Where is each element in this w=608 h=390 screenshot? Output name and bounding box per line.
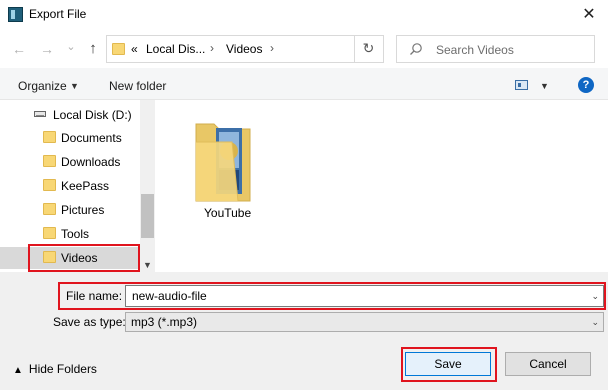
sidebar-item-downloads[interactable]: Downloads: [0, 151, 140, 173]
navigation-pane: Local Disk (D:) Documents Downloads KeeP…: [0, 100, 155, 272]
scroll-down-icon[interactable]: ▼: [140, 258, 155, 272]
command-bar: Organize ▼ New folder ▼ ?: [0, 68, 608, 100]
chevron-down-icon[interactable]: ⌄: [591, 317, 599, 328]
search-placeholder: Search Videos: [436, 43, 514, 57]
save-panel: File name: new-audio-file ⌄ Save as type…: [0, 272, 608, 390]
back-button[interactable]: ←: [10, 40, 28, 58]
file-name-value: new-audio-file: [132, 289, 207, 303]
hide-folders-label: Hide Folders: [28, 362, 97, 376]
sidebar-item-label: Tools: [61, 227, 90, 241]
sidebar-item-label: KeePass: [61, 179, 110, 193]
folder-icon: [43, 251, 56, 263]
file-list: YouTube: [155, 100, 608, 272]
folder-with-video-icon: [195, 123, 251, 202]
navigation-bar: ← → ⌄ ↑ « Local Dis... › Videos › ⌄ ↻ Se…: [0, 30, 608, 68]
breadcrumb-videos[interactable]: Videos: [226, 42, 262, 56]
folder-icon: [43, 131, 56, 143]
breadcrumb-overflow[interactable]: «: [131, 42, 138, 56]
recent-locations-button[interactable]: ⌄: [62, 38, 80, 56]
cancel-button[interactable]: Cancel: [505, 352, 591, 376]
breadcrumb-local-disk[interactable]: Local Dis...: [146, 42, 205, 56]
sidebar-item-pictures[interactable]: Pictures: [0, 199, 140, 221]
breadcrumb-separator[interactable]: ›: [270, 41, 274, 55]
view-options-icon[interactable]: [515, 80, 528, 90]
sidebar-item-documents[interactable]: Documents: [0, 127, 140, 149]
refresh-button[interactable]: ↻: [354, 35, 382, 63]
sidebar-item-label: Downloads: [61, 155, 121, 169]
drive-icon: [34, 111, 46, 117]
title-bar: Export File ✕: [0, 0, 608, 30]
sidebar-item-keepass[interactable]: KeePass: [0, 175, 140, 197]
view-dropdown-icon[interactable]: ▼: [540, 81, 549, 91]
up-button[interactable]: ↑: [84, 40, 102, 58]
chevron-up-icon: ▲: [13, 365, 23, 376]
breadcrumb-separator[interactable]: ›: [210, 41, 214, 55]
folder-item-youtube[interactable]: [192, 118, 252, 203]
save-as-type-select[interactable]: mp3 (*.mp3) ⌄: [125, 312, 604, 332]
file-name-label: File name:: [66, 289, 123, 303]
close-button[interactable]: ✕: [570, 0, 608, 30]
folder-icon: [43, 179, 56, 191]
folder-icon: [112, 43, 125, 55]
save-button[interactable]: Save: [405, 352, 491, 376]
search-box[interactable]: Search Videos: [396, 35, 595, 63]
organize-dropdown-icon[interactable]: ▼: [70, 81, 79, 91]
sidebar-item-label: Documents: [61, 131, 122, 145]
help-icon[interactable]: ?: [578, 77, 594, 93]
address-bar[interactable]: « Local Dis... › Videos › ⌄: [106, 35, 439, 63]
sidebar-item-label: Pictures: [61, 203, 105, 217]
forward-button[interactable]: →: [38, 40, 56, 58]
folder-icon: [43, 227, 56, 239]
file-name-field[interactable]: new-audio-file ⌄: [125, 285, 604, 307]
app-icon: [8, 7, 23, 22]
sidebar-scrollbar[interactable]: [140, 100, 155, 272]
new-folder-button[interactable]: New folder: [109, 79, 166, 93]
organize-button[interactable]: Organize: [18, 79, 67, 93]
sidebar-item-videos[interactable]: Videos: [0, 247, 140, 269]
save-as-type-value: mp3 (*.mp3): [131, 315, 198, 329]
sidebar-item-label: Local Disk (D:): [53, 108, 132, 122]
sidebar-item-label: Videos: [61, 251, 98, 265]
sidebar-item-local-disk[interactable]: Local Disk (D:): [0, 104, 140, 126]
save-as-type-label: Save as type:: [53, 315, 126, 329]
window-title: Export File: [29, 7, 87, 21]
chevron-down-icon[interactable]: ⌄: [591, 291, 599, 302]
sidebar-item-tools[interactable]: Tools: [0, 223, 140, 245]
folder-icon: [43, 203, 56, 215]
search-icon: [410, 43, 422, 55]
folder-item-label[interactable]: YouTube: [204, 206, 251, 220]
hide-folders-button[interactable]: ▲ Hide Folders: [13, 362, 97, 376]
sidebar-scroll-thumb[interactable]: [141, 194, 154, 238]
folder-icon: [43, 155, 56, 167]
